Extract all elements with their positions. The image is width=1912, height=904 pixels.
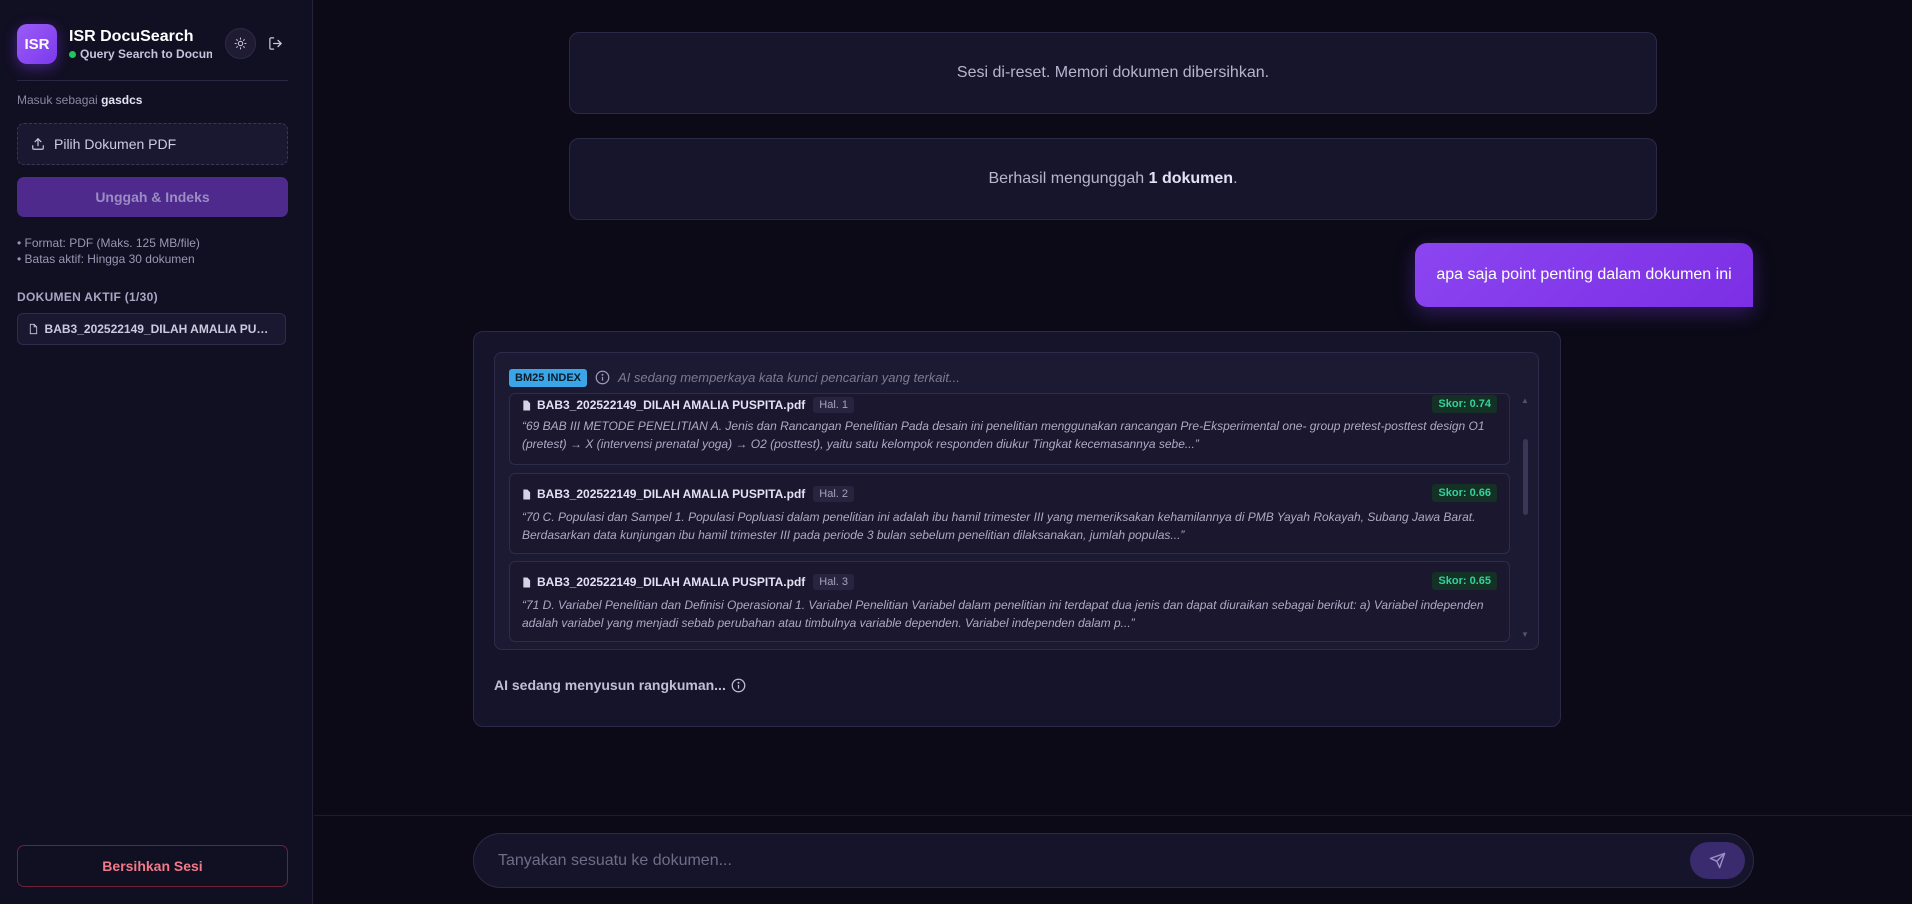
app-subtitle-text: Query Search to Docume [80, 47, 212, 61]
limit-info: • Batas aktif: Hingga 30 dokumen [17, 252, 195, 266]
search-results-panel: BM25 INDEX AI sedang memperkaya kata kun… [494, 352, 1539, 650]
scrollbar-thumb[interactable] [1523, 439, 1528, 515]
result-snippet: “69 BAB III METODE PENELITIAN A. Jenis d… [522, 419, 1485, 451]
logout-button[interactable] [263, 31, 287, 55]
upload-icon [32, 138, 44, 150]
bm25-badge: BM25 INDEX [509, 368, 588, 387]
file-icon [523, 489, 531, 499]
result-file: BAB3_202522149_DILAH AMALIA PUSPITA.pdf … [522, 486, 855, 502]
user-message-bubble: apa saja point penting dalam dokumen ini [1415, 243, 1753, 307]
theme-toggle-button[interactable] [225, 28, 256, 59]
scroll-up-arrow-icon[interactable]: ▲ [1521, 396, 1529, 405]
result-snippet: “71 D. Variabel Penelitian dan Definisi … [522, 598, 1484, 630]
app-title: ISR DocuSearch [69, 28, 194, 45]
sidebar: ISR ISR DocuSearch Query Search to Docum… [0, 0, 313, 904]
result-score: Skor: 0.74 [1432, 395, 1497, 413]
result-score: Skor: 0.66 [1432, 484, 1497, 502]
summary-status-text: AI sedang menyusun rangkuman... [494, 677, 726, 693]
result-score: Skor: 0.65 [1432, 572, 1497, 590]
result-file-name: BAB3_202522149_DILAH AMALIA PUSPITA.pdf [537, 398, 806, 412]
username: gasdcs [101, 93, 143, 107]
file-icon [29, 323, 38, 335]
login-label: Masuk sebagai [17, 93, 98, 107]
file-icon [523, 577, 531, 587]
chat-input-bar [473, 833, 1754, 888]
search-status-text: AI sedang memperkaya kata kunci pencaria… [618, 370, 960, 385]
info-icon[interactable] [731, 678, 746, 693]
results-scrollbar[interactable]: ▲ ▼ [1520, 396, 1530, 639]
clear-session-button[interactable]: Bersihkan Sesi [17, 845, 288, 887]
result-page: Hal. 3 [813, 574, 855, 590]
scroll-down-arrow-icon[interactable]: ▼ [1521, 630, 1529, 639]
file-icon [523, 400, 531, 410]
chat-input[interactable] [498, 850, 1648, 872]
system-message-prefix: Berhasil mengunggah [988, 170, 1149, 187]
active-docs-heading: DOKUMEN AKTIF (1/30) [17, 290, 158, 304]
input-area-divider [314, 815, 1912, 816]
login-info: Masuk sebagai gasdcs [17, 93, 142, 107]
active-doc-name: BAB3_202522149_DILAH AMALIA PUSPITA.pdf [44, 322, 274, 336]
upload-index-button[interactable]: Unggah & Indeks [17, 177, 288, 217]
result-snippet: “70 C. Populasi dan Sampel 1. Populasi P… [522, 510, 1476, 542]
pick-pdf-button[interactable]: Pilih Dokumen PDF [17, 123, 288, 165]
sidebar-divider [17, 80, 288, 81]
result-file: BAB3_202522149_DILAH AMALIA PUSPITA.pdf … [522, 397, 855, 413]
app-subtitle: Query Search to Docume [69, 47, 212, 61]
result-file-name: BAB3_202522149_DILAH AMALIA PUSPITA.pdf [537, 575, 806, 589]
format-info: • Format: PDF (Maks. 125 MB/file) [17, 236, 200, 250]
logout-icon [268, 36, 282, 50]
result-page: Hal. 2 [813, 486, 855, 502]
info-icon[interactable] [595, 370, 610, 385]
send-button[interactable] [1690, 842, 1745, 879]
system-message-bold: 1 dokumen [1148, 170, 1234, 187]
active-doc-item[interactable]: BAB3_202522149_DILAH AMALIA PUSPITA.pdf [17, 313, 286, 345]
result-page: Hal. 1 [813, 397, 855, 413]
system-message-suffix: . [1233, 170, 1238, 187]
system-message: Sesi di-reset. Memori dokumen dibersihka… [569, 32, 1657, 114]
search-result-item[interactable]: BAB3_202522149_DILAH AMALIA PUSPITA.pdf … [509, 393, 1510, 465]
online-status-dot [69, 50, 76, 58]
search-result-item[interactable]: BAB3_202522149_DILAH AMALIA PUSPITA.pdf … [509, 473, 1510, 554]
sun-icon [234, 37, 247, 50]
search-results-header: BM25 INDEX AI sedang memperkaya kata kun… [509, 367, 960, 388]
app-logo: ISR [17, 24, 57, 64]
ai-response-card: BM25 INDEX AI sedang memperkaya kata kun… [473, 331, 1561, 727]
system-message: Berhasil mengunggah 1 dokumen. [569, 138, 1657, 220]
result-file: BAB3_202522149_DILAH AMALIA PUSPITA.pdf … [522, 574, 855, 590]
result-file-name: BAB3_202522149_DILAH AMALIA PUSPITA.pdf [537, 487, 806, 501]
search-result-item[interactable]: BAB3_202522149_DILAH AMALIA PUSPITA.pdf … [509, 561, 1510, 642]
send-icon [1709, 852, 1726, 869]
pick-pdf-label: Pilih Dokumen PDF [54, 136, 177, 152]
summary-status: AI sedang menyusun rangkuman... [494, 677, 746, 693]
